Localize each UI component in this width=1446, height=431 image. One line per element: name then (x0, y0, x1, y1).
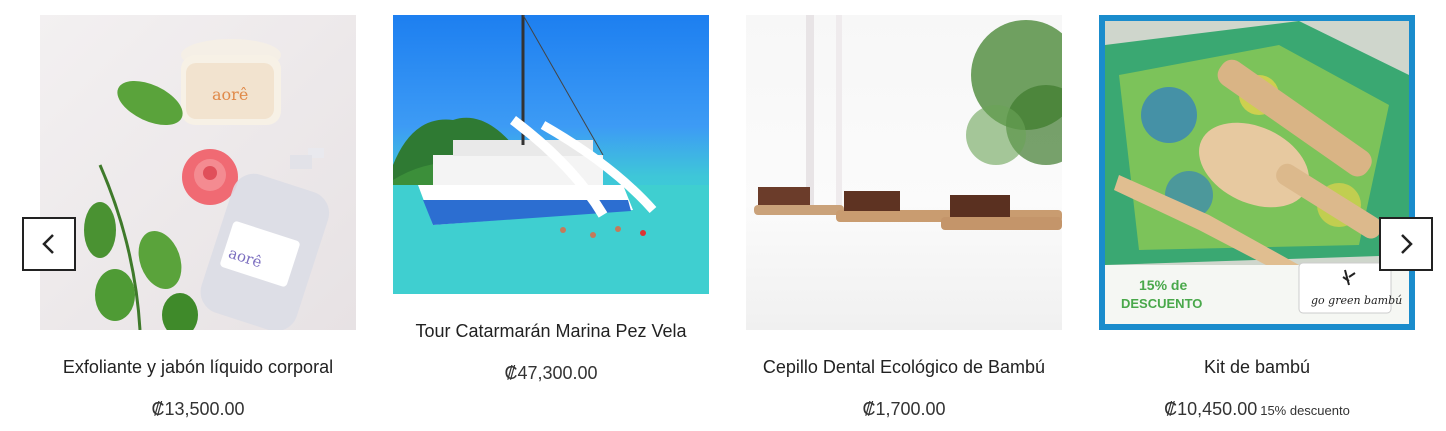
product-image[interactable]: aorê aorê (40, 15, 356, 330)
product-title[interactable]: Cepillo Dental Ecológico de Bambú (746, 356, 1062, 378)
svg-text:aorê: aorê (212, 85, 248, 104)
product-card[interactable]: 15% de DESCUENTO go green bambú Kit de b… (1099, 15, 1415, 422)
carousel-next-button[interactable] (1379, 217, 1433, 271)
carousel-prev-button[interactable] (22, 217, 76, 271)
discount-banner-word: DESCUENTO (1121, 296, 1202, 311)
product-price: ₡47,300.00 (504, 363, 598, 383)
product-card[interactable]: Tour Catarmarán Marina Pez Vela ₡47,300.… (393, 15, 709, 384)
chevron-left-icon (42, 234, 54, 254)
discount-banner-pct: 15% de (1139, 277, 1187, 293)
product-title[interactable]: Kit de bambú (1099, 356, 1415, 378)
product-price: ₡10,450.00 15% descuento (1099, 398, 1415, 422)
product-image[interactable]: 15% de DESCUENTO go green bambú (1099, 15, 1415, 330)
product-card[interactable]: aorê aorê Exfoliante y jabón líquido cor… (40, 15, 356, 420)
product-price-value: ₡10,450.00 (1164, 399, 1258, 419)
product-image[interactable] (393, 15, 709, 294)
product-price: ₡13,500.00 (151, 399, 245, 419)
discount-label: 15% descuento (1260, 403, 1350, 418)
product-title[interactable]: Tour Catarmarán Marina Pez Vela (393, 320, 709, 342)
chevron-right-icon (1401, 234, 1413, 254)
product-image[interactable] (746, 15, 1062, 330)
product-card[interactable]: Cepillo Dental Ecológico de Bambú ₡1,700… (746, 15, 1062, 420)
product-price: ₡1,700.00 (862, 399, 946, 419)
brand-logo-text: go green bambú (1311, 294, 1402, 307)
product-title[interactable]: Exfoliante y jabón líquido corporal (40, 356, 356, 378)
product-carousel: aorê aorê Exfoliante y jabón líquido cor… (0, 0, 1446, 431)
